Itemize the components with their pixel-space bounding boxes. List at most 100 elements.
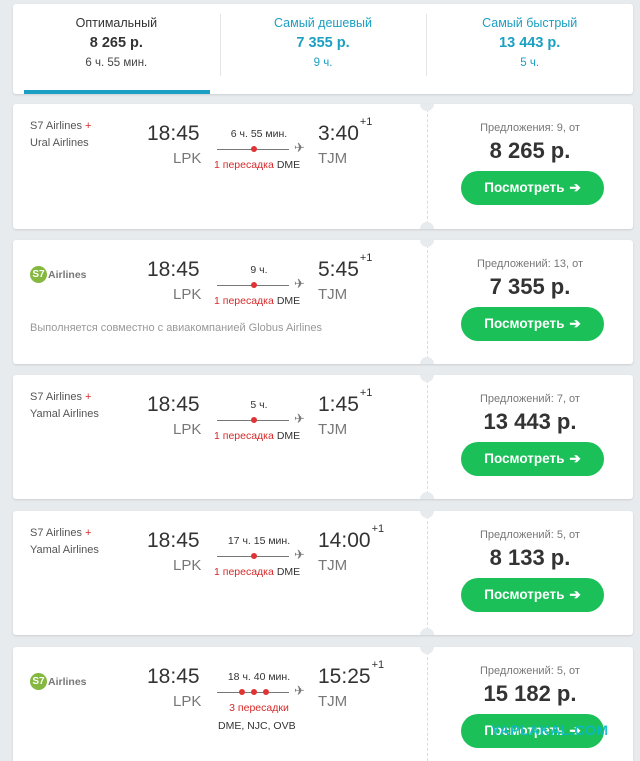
tab-fastest[interactable]: Самый быстрый 13 443 р. 5 ч. bbox=[426, 4, 633, 94]
view-button[interactable]: Посмотреть ➔ bbox=[461, 171, 604, 205]
departure-time: 18:45 bbox=[147, 529, 200, 552]
ticket-notch bbox=[420, 222, 434, 229]
tab-cheapest[interactable]: Самый дешевый 7 355 р. 9 ч. bbox=[219, 4, 427, 94]
arrival-time: 15:25+1 bbox=[318, 659, 384, 689]
stop-airport: DME bbox=[276, 295, 301, 307]
offers-count: Предложений: 7, от bbox=[480, 393, 580, 405]
stop-dot bbox=[251, 146, 257, 152]
joint-operation-note: Выполняется совместно с авиакомпанией Gl… bbox=[30, 322, 323, 334]
departure-time: 18:45 bbox=[147, 258, 200, 281]
plane-icon: ✈ bbox=[294, 411, 305, 426]
price: 7 355 р. bbox=[489, 274, 571, 299]
stop-airport: DME bbox=[276, 566, 301, 578]
price: 13 443 р. bbox=[483, 409, 577, 434]
view-button-label: Посмотреть bbox=[484, 180, 565, 195]
plane-icon: ✈ bbox=[294, 683, 305, 698]
stops-count: 1 пересадка bbox=[214, 566, 274, 578]
s7-logo-text: Airlines bbox=[48, 675, 87, 688]
flight-card[interactable]: S7 Airlines + Ural Airlines 18:45 LPK 6 … bbox=[13, 104, 633, 229]
tab-duration: 5 ч. bbox=[520, 57, 540, 69]
tab-optimal[interactable]: Оптимальный 8 265 р. 6 ч. 55 мин. bbox=[13, 4, 220, 94]
airline-plus: + bbox=[85, 527, 92, 539]
airline-name: S7 Airlines bbox=[30, 120, 82, 132]
view-button-label: Посмотреть bbox=[484, 587, 565, 602]
view-button-label: Посмотреть bbox=[484, 316, 565, 331]
stops-info: 1 пересадка DME bbox=[214, 159, 300, 171]
ticket-notch bbox=[420, 647, 434, 654]
airline-plus: + bbox=[85, 391, 92, 403]
s7-airlines-logo: S7 Airlines bbox=[30, 266, 87, 283]
offers-count: Предложений: 13, от bbox=[476, 258, 584, 270]
arrival-airport: TJM bbox=[318, 150, 348, 167]
stop-dot bbox=[251, 689, 257, 695]
price: 8 133 р. bbox=[489, 545, 571, 570]
tab-duration: 9 ч. bbox=[313, 57, 333, 69]
day-offset: +1 bbox=[359, 252, 373, 264]
tab-price: 7 355 р. bbox=[296, 35, 350, 51]
view-button[interactable]: Посмотреть ➔ bbox=[461, 578, 604, 612]
ticket-notch bbox=[420, 511, 434, 518]
ticket-notch bbox=[420, 357, 434, 364]
flight-card[interactable]: S7 Airlines Выполняется совместно с авиа… bbox=[13, 240, 633, 364]
flight-duration: 17 ч. 15 мин. bbox=[227, 535, 291, 547]
ticket-notch bbox=[420, 240, 434, 247]
arrow-right-icon: ➔ bbox=[569, 587, 581, 602]
departure-airport: LPK bbox=[173, 693, 202, 710]
view-button[interactable]: Посмотреть ➔ bbox=[461, 307, 604, 341]
departure-airport: LPK bbox=[173, 421, 202, 438]
s7-airlines-logo: S7 Airlines bbox=[30, 673, 87, 690]
price: 15 182 р. bbox=[483, 681, 577, 706]
active-tab-indicator bbox=[24, 90, 210, 94]
ticket-notch bbox=[420, 375, 434, 382]
airline-name: S7 Airlines bbox=[30, 391, 82, 403]
offers-count: Предложений: 5, от bbox=[480, 529, 580, 541]
airline-names: S7 Airlines + Yamal Airlines bbox=[30, 389, 99, 423]
arrival-time: 3:40+1 bbox=[318, 116, 372, 146]
view-button[interactable]: Посмотреть ➔ bbox=[461, 442, 604, 476]
departure-airport: LPK bbox=[173, 286, 202, 303]
flight-card[interactable]: S7 Airlines + Yamal Airlines 18:45 LPK 1… bbox=[13, 511, 633, 635]
stop-airport: DME bbox=[276, 159, 301, 171]
flight-duration: 6 ч. 55 мин. bbox=[230, 128, 288, 140]
arrow-right-icon: ➔ bbox=[569, 451, 581, 466]
stops-count: 1 пересадка bbox=[214, 159, 274, 171]
tab-price: 8 265 р. bbox=[89, 35, 143, 51]
s7-logo-text: Airlines bbox=[48, 268, 87, 281]
stop-dot bbox=[251, 553, 257, 559]
arrival-time-value: 3:40 bbox=[318, 122, 359, 145]
departure-time: 18:45 bbox=[147, 665, 200, 688]
flight-duration: 5 ч. bbox=[250, 399, 268, 411]
departure-airport: LPK bbox=[173, 557, 202, 574]
stop-dot bbox=[239, 689, 245, 695]
stop-airport: DME bbox=[276, 430, 301, 442]
airline-names: S7 Airlines + Yamal Airlines bbox=[30, 525, 99, 559]
stop-airports: DME, NJC, OVB bbox=[218, 720, 296, 732]
airline-name: Ural Airlines bbox=[30, 137, 89, 149]
arrival-time-value: 14:00 bbox=[318, 529, 371, 552]
arrival-airport: TJM bbox=[318, 286, 348, 303]
tab-label: Самый дешевый bbox=[274, 16, 372, 30]
ticket-notch bbox=[420, 492, 434, 499]
arrival-time-value: 5:45 bbox=[318, 258, 359, 281]
day-offset: +1 bbox=[359, 116, 373, 128]
flight-duration: 9 ч. bbox=[250, 264, 268, 276]
departure-time: 18:45 bbox=[147, 393, 200, 416]
flight-card[interactable]: S7 Airlines + Yamal Airlines 18:45 LPK 5… bbox=[13, 375, 633, 499]
airline-name: Yamal Airlines bbox=[30, 408, 99, 420]
arrival-airport: TJM bbox=[318, 693, 348, 710]
stops-info: 1 пересадка DME bbox=[214, 430, 300, 442]
ticket-notch bbox=[420, 628, 434, 635]
arrival-time-value: 15:25 bbox=[318, 665, 371, 688]
airline-plus: + bbox=[85, 120, 92, 132]
plane-icon: ✈ bbox=[294, 276, 305, 291]
arrival-time-value: 1:45 bbox=[318, 393, 359, 416]
arrival-time: 1:45+1 bbox=[318, 387, 372, 417]
day-offset: +1 bbox=[371, 659, 385, 671]
arrow-right-icon: ➔ bbox=[569, 316, 581, 331]
ticket-notch bbox=[420, 104, 434, 111]
flight-card[interactable]: S7 Airlines 18:45 LPK 18 ч. 40 мин. ✈ 3 … bbox=[13, 647, 633, 761]
airline-name: Yamal Airlines bbox=[30, 544, 99, 556]
price: 8 265 р. bbox=[489, 138, 571, 163]
plane-icon: ✈ bbox=[294, 547, 305, 562]
offers-count: Предложения: 9, от bbox=[480, 122, 580, 134]
